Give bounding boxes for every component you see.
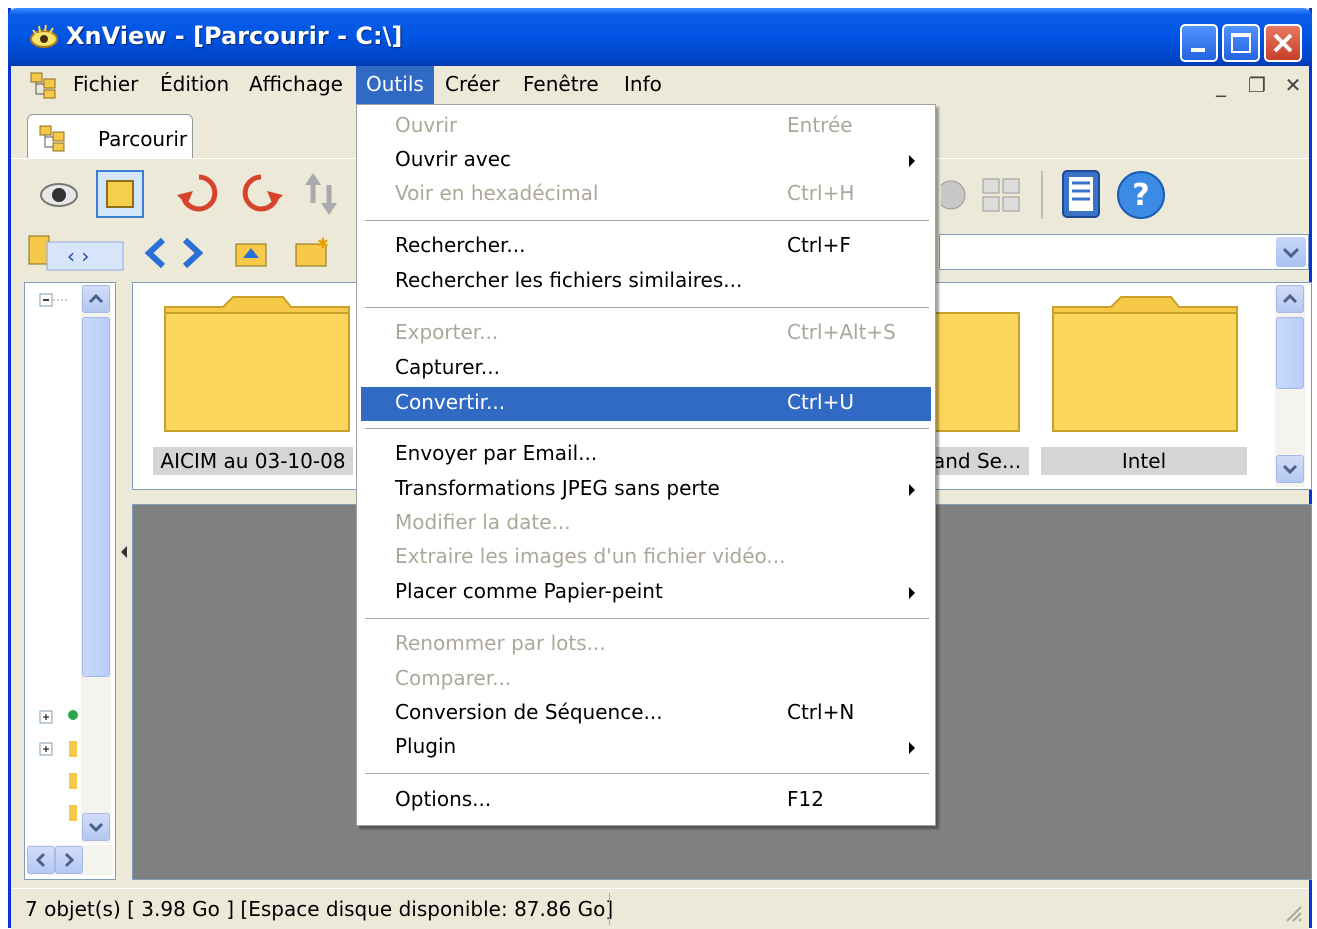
mdi-minimize-icon[interactable]: _ <box>1207 72 1235 98</box>
menu-fichier[interactable]: Fichier <box>63 66 148 104</box>
svg-text:?: ? <box>1132 178 1149 213</box>
submenu-arrow-icon <box>909 484 915 496</box>
menu-item-renommer-lots[interactable]: Renommer par lots... <box>361 628 931 662</box>
thumbnail-label[interactable]: Intel <box>1041 447 1247 475</box>
title-bar: XnView - [Parcourir - C:\] <box>8 8 1312 66</box>
back-forward-icon[interactable] <box>141 236 231 270</box>
status-bar: 7 objet(s) [ 3.98 Go ] [Espace disque di… <box>11 888 1309 929</box>
tree-nodes[interactable] <box>39 707 79 837</box>
menu-outils[interactable]: Outils <box>356 66 434 104</box>
chevron-left-icon[interactable] <box>27 846 55 874</box>
menu-separator <box>365 428 929 430</box>
svg-text:‹ ›: ‹ › <box>67 244 89 268</box>
parent-folder-icon[interactable] <box>233 236 269 270</box>
browser-app-icon <box>30 72 56 99</box>
menu-item-papier-peint[interactable]: Placer comme Papier-peint <box>361 576 931 610</box>
toolbar-separator <box>1041 171 1043 219</box>
maximize-button[interactable] <box>1222 24 1260 62</box>
menu-fenetre[interactable]: Fenêtre <box>513 66 609 104</box>
close-button[interactable] <box>1264 24 1302 62</box>
grid-view-icon[interactable] <box>981 175 1021 215</box>
chevron-down-icon[interactable] <box>82 813 110 841</box>
folder-tree[interactable] <box>24 282 116 880</box>
submenu-arrow-icon <box>909 587 915 599</box>
tab-parcourir[interactable]: Parcourir <box>27 114 193 160</box>
xnview-eye-icon <box>30 24 58 48</box>
rotate-right-icon[interactable] <box>237 169 285 219</box>
chevron-right-icon[interactable] <box>55 846 83 874</box>
menu-item-ouvrir-avec[interactable]: Ouvrir avec <box>361 144 931 178</box>
new-folder-icon[interactable]: ✱ <box>293 234 333 270</box>
tree-scroll-thumb[interactable] <box>82 317 110 677</box>
menu-item-modifier-date[interactable]: Modifier la date... <box>361 507 931 541</box>
menu-item-hexadecimal[interactable]: Voir en hexadécimal Ctrl+H <box>361 178 931 212</box>
menu-item-fichiers-similaires[interactable]: Rechercher les fichiers similaires... <box>361 265 931 299</box>
minimize-button[interactable] <box>1180 24 1218 62</box>
properties-icon[interactable] <box>1059 169 1103 219</box>
tree-hscrollbar[interactable] <box>27 845 113 875</box>
menu-separator <box>365 307 929 309</box>
menu-separator <box>365 618 929 620</box>
menu-bar: Fichier Édition Affichage Outils Créer F… <box>11 66 1309 104</box>
tree-toggle-icon[interactable]: ‹ › <box>27 232 127 272</box>
menu-item-transformations-jpeg[interactable]: Transformations JPEG sans perte <box>361 473 931 507</box>
menu-separator <box>365 220 929 222</box>
help-icon[interactable]: ? <box>1115 169 1167 221</box>
menu-item-options[interactable]: Options... F12 <box>361 784 931 818</box>
submenu-arrow-icon <box>909 742 915 754</box>
menu-item-envoyer-email[interactable]: Envoyer par Email... <box>361 438 931 472</box>
mdi-close-icon[interactable]: ✕ <box>1279 72 1307 98</box>
menu-creer[interactable]: Créer <box>435 66 510 104</box>
mdi-restore-icon[interactable]: ❐ <box>1243 72 1271 98</box>
chevron-up-icon[interactable] <box>1276 285 1304 313</box>
menu-item-extraire-images[interactable]: Extraire les images d'un fichier vidéo..… <box>361 541 931 575</box>
menu-affichage[interactable]: Affichage <box>239 66 353 104</box>
svg-text:✱: ✱ <box>317 236 329 252</box>
folder-icon[interactable] <box>1051 293 1239 433</box>
status-text: 7 objet(s) [ 3.98 Go ] [Espace disque di… <box>25 897 614 921</box>
panel-splitter[interactable] <box>118 282 130 880</box>
rotate-exif-icon[interactable] <box>299 169 343 219</box>
globe-icon[interactable] <box>941 177 975 213</box>
menu-edition[interactable]: Édition <box>150 66 239 104</box>
chevron-down-icon[interactable] <box>1276 237 1306 267</box>
outils-menu: Ouvrir Entrée Ouvrir avec Voir en hexadé… <box>356 104 936 826</box>
submenu-arrow-icon <box>909 155 915 167</box>
folder-icon[interactable] <box>163 293 351 433</box>
menu-item-rechercher[interactable]: Rechercher... Ctrl+F <box>361 230 931 264</box>
fullscreen-icon[interactable] <box>95 169 145 219</box>
status-separator <box>609 893 610 925</box>
path-combobox[interactable] <box>939 234 1309 270</box>
thumbnail-label[interactable]: AICIM au 03-10-08 <box>153 447 353 475</box>
window-title: XnView - [Parcourir - C:\] <box>66 22 403 50</box>
menu-item-capturer[interactable]: Capturer... <box>361 352 931 386</box>
browser-tab-icon <box>39 125 65 152</box>
thumbnail-label[interactable]: and Se... <box>933 447 1029 475</box>
chevron-up-icon[interactable] <box>82 285 110 313</box>
menu-separator <box>365 773 929 775</box>
tree-scrollbar[interactable] <box>81 285 111 843</box>
tab-label: Parcourir <box>98 127 188 151</box>
menu-item-ouvrir[interactable]: Ouvrir Entrée <box>361 110 931 144</box>
menu-item-comparer[interactable]: Comparer... <box>361 663 931 697</box>
menu-item-plugin[interactable]: Plugin <box>361 731 931 765</box>
resize-grip-icon[interactable] <box>1283 903 1303 923</box>
collapse-icon[interactable] <box>39 291 69 311</box>
view-eye-icon[interactable] <box>37 173 81 217</box>
rotate-left-icon[interactable] <box>175 169 223 219</box>
splitter-collapse-icon[interactable] <box>119 522 129 582</box>
close-icon <box>1273 33 1293 53</box>
menu-item-exporter[interactable]: Exporter... Ctrl+Alt+S <box>361 317 931 351</box>
thumbnail-scroll-thumb[interactable] <box>1276 317 1304 389</box>
chevron-down-icon[interactable] <box>1276 455 1304 483</box>
menu-info[interactable]: Info <box>614 66 672 104</box>
menu-item-convertir[interactable]: Convertir... Ctrl+U <box>361 387 931 421</box>
menu-item-conversion-sequence[interactable]: Conversion de Séquence... Ctrl+N <box>361 697 931 731</box>
thumbnail-scrollbar[interactable] <box>1275 285 1305 487</box>
